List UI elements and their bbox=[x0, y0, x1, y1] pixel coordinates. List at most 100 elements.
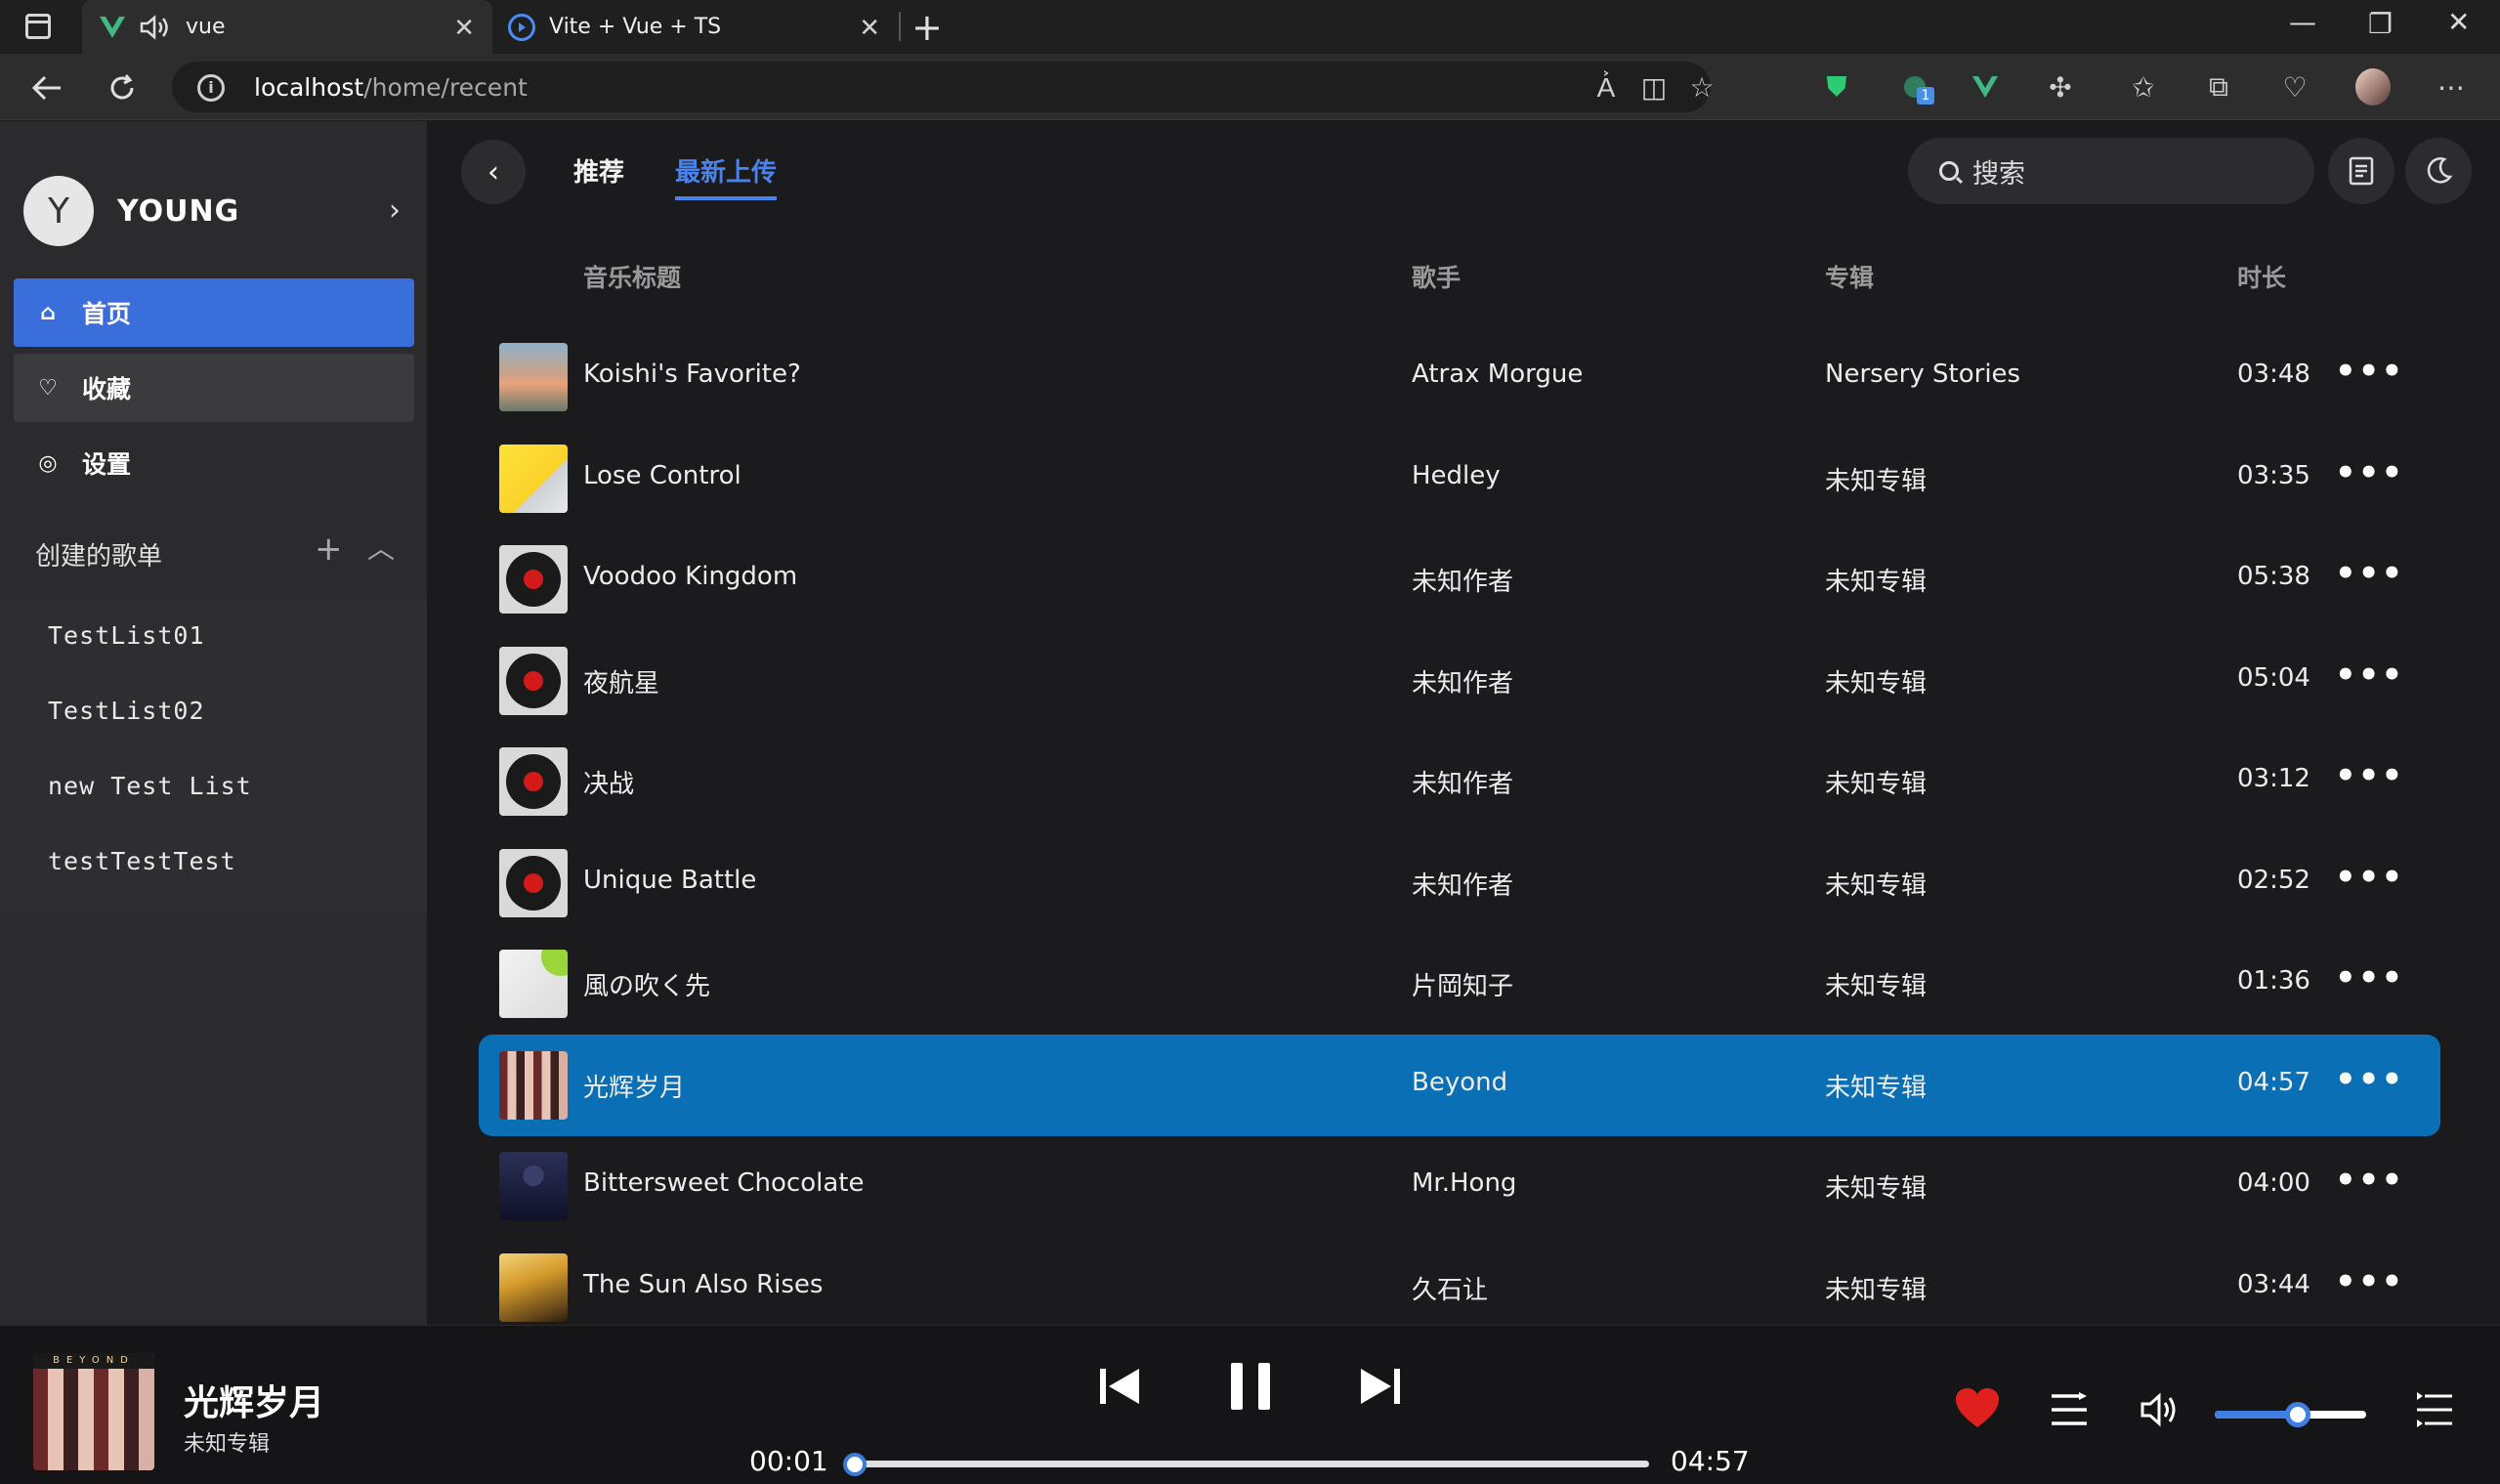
song-artist: 未知作者 bbox=[1412, 669, 1514, 699]
collections-icon[interactable]: ⧉ bbox=[2201, 69, 2236, 105]
song-artist: Beyond bbox=[1412, 1068, 1508, 1097]
site-info-icon[interactable]: i bbox=[197, 74, 225, 102]
favorites-icon[interactable]: ✩ bbox=[2126, 69, 2161, 105]
new-tab-icon[interactable]: + bbox=[911, 6, 943, 49]
tab-latest-upload[interactable]: 最新上传 bbox=[675, 152, 778, 200]
volume-button[interactable] bbox=[2140, 1392, 2181, 1431]
more-menu-icon[interactable]: ⋯ bbox=[2434, 69, 2469, 105]
progress-slider[interactable] bbox=[843, 1453, 1649, 1476]
back-button[interactable]: ‹ bbox=[461, 140, 526, 204]
minimize-icon[interactable]: — bbox=[2289, 6, 2316, 38]
song-row[interactable]: Unique Battle 未知作者 未知专辑 02:52 ••• bbox=[479, 832, 2440, 934]
search-placeholder: 搜索 bbox=[1972, 158, 2025, 190]
chevron-right-icon[interactable]: › bbox=[389, 193, 401, 228]
favorite-star-icon[interactable]: ☆ bbox=[1684, 69, 1719, 105]
sidebar-item-favorites[interactable]: ♡ 收藏 bbox=[14, 354, 414, 422]
playlist-item[interactable]: TestList01 bbox=[48, 621, 205, 650]
pause-button[interactable] bbox=[1229, 1361, 1272, 1416]
close-tab-icon[interactable]: ✕ bbox=[453, 14, 475, 43]
search-icon bbox=[1939, 161, 1959, 181]
more-options-icon[interactable]: ••• bbox=[2335, 352, 2404, 391]
progress-knob[interactable] bbox=[843, 1453, 868, 1476]
song-album: 未知专辑 bbox=[1825, 1276, 1928, 1305]
playlist-queue-button[interactable] bbox=[2050, 1392, 2089, 1431]
cover-art bbox=[499, 1051, 568, 1120]
browser-tab-vue[interactable]: vue ✕ bbox=[82, 0, 492, 54]
performance-icon[interactable]: ♡ bbox=[2277, 69, 2312, 105]
refresh-icon[interactable] bbox=[103, 68, 142, 107]
close-tab-icon[interactable]: ✕ bbox=[859, 14, 880, 43]
song-row[interactable]: Koishi's Favorite? Atrax Morgue Nersery … bbox=[479, 326, 2440, 428]
song-row-playing[interactable]: 光辉岁月 Beyond 未知专辑 04:57 ••• bbox=[479, 1035, 2440, 1136]
theme-toggle-button[interactable] bbox=[2405, 138, 2472, 204]
tab-recommend[interactable]: 推荐 bbox=[573, 152, 624, 200]
sidebar-item-settings[interactable]: ◎ 设置 bbox=[14, 429, 414, 497]
more-options-icon[interactable]: ••• bbox=[2335, 756, 2404, 795]
more-options-icon[interactable]: ••• bbox=[2335, 554, 2404, 593]
address-bar[interactable]: i localhost/home/recent A͐ ◫ ☆ bbox=[172, 62, 1715, 112]
sidebar-item-home[interactable]: ⌂ 首页 bbox=[14, 278, 414, 347]
tab-title: Vite + Vue + TS bbox=[549, 15, 722, 39]
shield-extension-icon[interactable]: ⛊ bbox=[1819, 69, 1854, 105]
more-options-icon[interactable]: ••• bbox=[2335, 1161, 2404, 1200]
more-options-icon[interactable]: ••• bbox=[2335, 453, 2404, 492]
song-title: 夜航星 bbox=[583, 669, 660, 699]
document-button[interactable] bbox=[2328, 138, 2394, 204]
vinyl-cover-icon bbox=[499, 747, 568, 816]
more-options-icon[interactable]: ••• bbox=[2335, 1060, 2404, 1099]
vue-devtools-icon[interactable] bbox=[1968, 69, 2003, 105]
more-options-icon[interactable]: ••• bbox=[2335, 858, 2404, 897]
song-row[interactable]: Voodoo Kingdom 未知作者 未知专辑 05:38 ••• bbox=[479, 529, 2440, 630]
playlist-item[interactable]: testTestTest bbox=[48, 847, 236, 875]
song-row[interactable]: 風の吹く先 片岡知子 未知专辑 01:36 ••• bbox=[479, 933, 2440, 1035]
more-options-icon[interactable]: ••• bbox=[2335, 958, 2404, 997]
close-window-icon[interactable]: ✕ bbox=[2447, 6, 2470, 38]
volume-knob[interactable] bbox=[2285, 1402, 2311, 1427]
volume-icon bbox=[2140, 1392, 2176, 1427]
read-aloud-icon[interactable]: A͐ bbox=[1589, 69, 1624, 105]
extensions-puzzle-icon[interactable]: ✣ bbox=[2043, 69, 2078, 105]
song-row[interactable]: Lose Control Hedley 未知专辑 03:35 ••• bbox=[479, 428, 2440, 530]
song-album: 未知专辑 bbox=[1825, 467, 1928, 496]
extension-badge-icon[interactable]: 1 bbox=[1897, 69, 1934, 105]
speaker-icon[interactable] bbox=[139, 14, 172, 41]
profile-avatar-icon[interactable] bbox=[2355, 68, 2391, 106]
now-playing-title: 光辉岁月 bbox=[184, 1383, 325, 1423]
skip-previous-icon bbox=[1100, 1369, 1139, 1404]
playlist-item[interactable]: TestList02 bbox=[48, 697, 205, 725]
song-row[interactable]: 决战 未知作者 未知专辑 03:12 ••• bbox=[479, 731, 2440, 832]
song-artist: Hedley bbox=[1412, 461, 1501, 490]
now-playing-cover[interactable]: BEYOND bbox=[33, 1353, 154, 1470]
song-duration: 03:35 bbox=[2237, 461, 2310, 490]
volume-slider[interactable] bbox=[2215, 1402, 2366, 1427]
more-options-icon[interactable]: ••• bbox=[2335, 656, 2404, 695]
song-row[interactable]: 夜航星 未知作者 未知专辑 05:04 ••• bbox=[479, 630, 2440, 732]
like-button[interactable] bbox=[1954, 1386, 2001, 1433]
sidebar-item-label: 收藏 bbox=[82, 375, 132, 403]
browser-toolbar: i localhost/home/recent A͐ ◫ ☆ ⛊ 1 ✣ ✩ ⧉… bbox=[0, 54, 2500, 120]
more-options-icon[interactable]: ••• bbox=[2335, 1262, 2404, 1301]
song-artist: 久石让 bbox=[1412, 1276, 1489, 1305]
user-profile[interactable]: Y YOUNG › bbox=[23, 174, 404, 248]
chevron-left-icon: ‹ bbox=[487, 154, 499, 190]
restore-icon[interactable]: ❐ bbox=[2368, 8, 2393, 40]
back-arrow-icon[interactable] bbox=[27, 68, 66, 107]
home-icon: ⌂ bbox=[40, 300, 56, 325]
browser-tab-vite[interactable]: Vite + Vue + TS ✕ bbox=[498, 0, 894, 54]
chevron-up-icon[interactable]: ︿ bbox=[367, 528, 395, 567]
song-row[interactable]: Bittersweet Chocolate Mr.Hong 未知专辑 04:00… bbox=[479, 1135, 2440, 1237]
previous-track-button[interactable] bbox=[1097, 1365, 1142, 1412]
lyrics-menu-button[interactable] bbox=[2415, 1392, 2454, 1431]
search-input[interactable]: 搜索 bbox=[1908, 138, 2314, 204]
song-duration: 05:38 bbox=[2237, 562, 2310, 591]
song-title: The Sun Also Rises bbox=[583, 1270, 824, 1299]
cover-art bbox=[499, 445, 568, 513]
split-screen-icon[interactable]: ◫ bbox=[1636, 69, 1672, 105]
tab-title: vue bbox=[186, 15, 226, 39]
add-playlist-icon[interactable]: + bbox=[315, 530, 343, 569]
next-track-button[interactable] bbox=[1358, 1365, 1403, 1412]
playlist-item[interactable]: new Test List bbox=[48, 772, 252, 800]
column-header-artist: 歌手 bbox=[1412, 264, 1462, 292]
tab-actions-icon[interactable] bbox=[25, 14, 51, 39]
song-row[interactable]: The Sun Also Rises 久石让 未知专辑 03:44 ••• bbox=[479, 1237, 2440, 1338]
